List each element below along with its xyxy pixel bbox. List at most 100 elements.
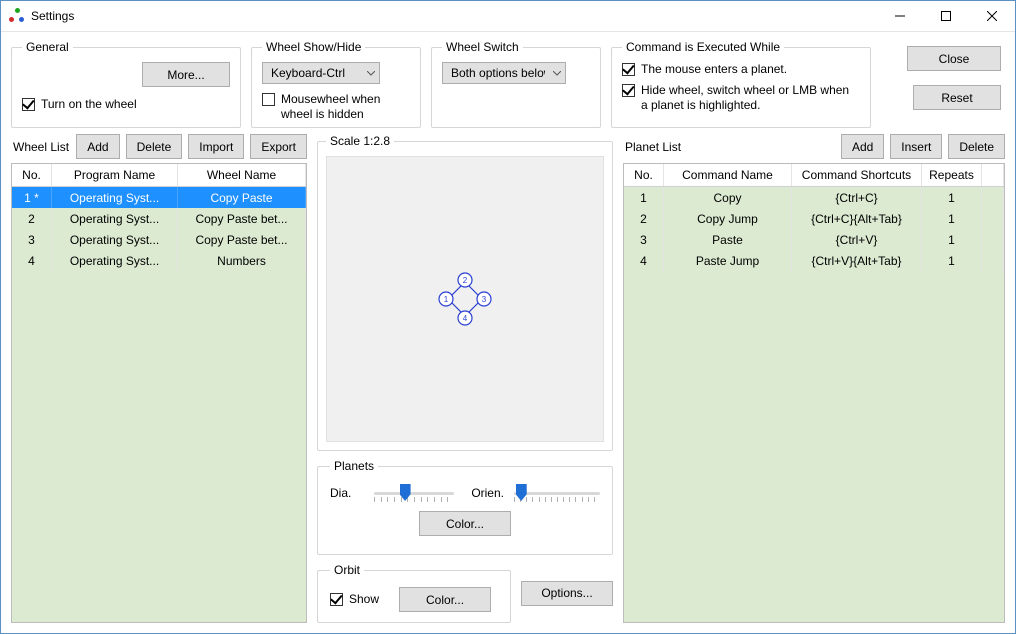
more-button[interactable]: More... xyxy=(142,62,230,87)
checkbox-icon xyxy=(22,98,35,111)
titlebar: Settings xyxy=(1,1,1015,32)
wheel-showhide-group: Wheel Show/Hide Keyboard-Ctrl Mousewheel… xyxy=(251,40,421,128)
cell-no: 4 xyxy=(624,250,664,271)
mousewheel-checkbox[interactable]: Mousewheel when wheel is hidden xyxy=(262,92,402,122)
cell-no: 1 * xyxy=(12,187,52,208)
planet-list-table[interactable]: No. Command Name Command Shortcuts Repea… xyxy=(623,163,1005,623)
table-row[interactable]: 3Paste{Ctrl+V}1 xyxy=(624,229,1004,250)
options-button[interactable]: Options... xyxy=(521,581,613,606)
planet-th-no[interactable]: No. xyxy=(624,164,664,186)
dia-slider[interactable] xyxy=(374,483,454,503)
cell-repeats: 1 xyxy=(922,208,982,229)
cell-shortcut: {Ctrl+V}{Alt+Tab} xyxy=(792,250,922,271)
svg-text:1: 1 xyxy=(444,295,449,304)
wheel-switch-legend: Wheel Switch xyxy=(442,40,523,54)
exec-opt1-checkbox[interactable]: The mouse enters a planet. xyxy=(622,62,860,77)
cell-no: 3 xyxy=(624,229,664,250)
wheel-th-wheel[interactable]: Wheel Name xyxy=(178,164,306,186)
close-window-button[interactable] xyxy=(969,1,1015,31)
table-row[interactable]: 3Operating Syst...Copy Paste bet... xyxy=(12,229,306,250)
scale-canvas[interactable]: 2 3 4 1 xyxy=(326,156,604,442)
wheel-th-no[interactable]: No. xyxy=(12,164,52,186)
cell-shortcut: {Ctrl+V} xyxy=(792,229,922,250)
orbit-legend: Orbit xyxy=(330,563,364,577)
table-row[interactable]: 4Paste Jump{Ctrl+V}{Alt+Tab}1 xyxy=(624,250,1004,271)
cell-wheel: Copy Paste xyxy=(178,187,306,208)
mousewheel-label: Mousewheel when wheel is hidden xyxy=(281,92,402,122)
wheel-showhide-legend: Wheel Show/Hide xyxy=(262,40,365,54)
close-button[interactable]: Close xyxy=(907,46,1001,71)
general-group: General More... Turn on the wheel xyxy=(11,40,241,128)
exec-while-legend: Command is Executed While xyxy=(622,40,784,54)
cell-repeats: 1 xyxy=(922,187,982,208)
exec-opt1-label: The mouse enters a planet. xyxy=(641,62,787,77)
checkbox-icon xyxy=(330,593,343,606)
cell-no: 1 xyxy=(624,187,664,208)
planet-insert-button[interactable]: Insert xyxy=(890,134,942,159)
turn-on-wheel-checkbox[interactable]: Turn on the wheel xyxy=(22,97,137,112)
cell-no: 2 xyxy=(12,208,52,229)
planet-th-repeats[interactable]: Repeats xyxy=(922,164,982,186)
cell-wheel: Copy Paste bet... xyxy=(178,208,306,229)
wheel-import-button[interactable]: Import xyxy=(188,134,244,159)
orbit-color-button[interactable]: Color... xyxy=(399,587,491,612)
wheel-export-button[interactable]: Export xyxy=(250,134,307,159)
table-row[interactable]: 1 *Operating Syst...Copy Paste xyxy=(12,187,306,208)
table-row[interactable]: 4Operating Syst...Numbers xyxy=(12,250,306,271)
cell-repeats: 1 xyxy=(922,229,982,250)
switch-select[interactable]: Both options below xyxy=(442,62,566,84)
checkbox-icon xyxy=(622,63,635,76)
cell-wheel: Numbers xyxy=(178,250,306,271)
scale-legend: Scale 1:2.8 xyxy=(326,134,394,148)
planet-delete-button[interactable]: Delete xyxy=(948,134,1005,159)
maximize-button[interactable] xyxy=(923,1,969,31)
checkbox-icon xyxy=(622,84,635,97)
wheel-switch-group: Wheel Switch Both options below xyxy=(431,40,601,128)
wheel-list-label: Wheel List xyxy=(11,140,69,154)
planet-th-shortcut[interactable]: Command Shortcuts xyxy=(792,164,922,186)
wheel-delete-button[interactable]: Delete xyxy=(126,134,183,159)
cell-name: Copy Jump xyxy=(664,208,792,229)
wheel-th-program[interactable]: Program Name xyxy=(52,164,178,186)
settings-window: Settings General More... Turn on the whe… xyxy=(0,0,1016,634)
orbit-show-checkbox[interactable]: Show xyxy=(330,592,379,607)
cell-program: Operating Syst... xyxy=(52,229,178,250)
table-row[interactable]: 2Copy Jump{Ctrl+C}{Alt+Tab}1 xyxy=(624,208,1004,229)
wheel-list-table[interactable]: No. Program Name Wheel Name 1 *Operating… xyxy=(11,163,307,623)
table-row[interactable]: 1Copy{Ctrl+C}1 xyxy=(624,187,1004,208)
svg-text:4: 4 xyxy=(463,314,468,323)
orien-label: Orien. xyxy=(464,486,504,500)
reset-button[interactable]: Reset xyxy=(913,85,1001,110)
switch-select-value: Both options below xyxy=(451,66,545,80)
planet-th-name[interactable]: Command Name xyxy=(664,164,792,186)
showhide-select[interactable]: Keyboard-Ctrl xyxy=(262,62,380,84)
planets-group: Planets Dia. Orien. xyxy=(317,459,613,555)
cell-name: Paste xyxy=(664,229,792,250)
wheel-add-button[interactable]: Add xyxy=(76,134,119,159)
cell-no: 2 xyxy=(624,208,664,229)
wheel-diagram-icon: 2 3 4 1 xyxy=(435,269,495,329)
chevron-down-icon xyxy=(553,71,561,76)
general-legend: General xyxy=(22,40,73,54)
planet-add-button[interactable]: Add xyxy=(841,134,884,159)
orien-slider[interactable] xyxy=(514,483,600,503)
cell-repeats: 1 xyxy=(922,250,982,271)
app-icon xyxy=(9,8,25,24)
exec-while-group: Command is Executed While The mouse ente… xyxy=(611,40,871,128)
cell-program: Operating Syst... xyxy=(52,250,178,271)
chevron-down-icon xyxy=(367,71,375,76)
planet-list-label: Planet List xyxy=(623,140,681,154)
orbit-group: Orbit Show Color... xyxy=(317,563,511,623)
minimize-button[interactable] xyxy=(877,1,923,31)
cell-no: 4 xyxy=(12,250,52,271)
cell-shortcut: {Ctrl+C}{Alt+Tab} xyxy=(792,208,922,229)
cell-program: Operating Syst... xyxy=(52,187,178,208)
orbit-show-label: Show xyxy=(349,592,379,607)
exec-opt2-checkbox[interactable]: Hide wheel, switch wheel or LMB when a p… xyxy=(622,83,860,113)
checkbox-icon xyxy=(262,93,275,106)
exec-opt2-label: Hide wheel, switch wheel or LMB when a p… xyxy=(641,83,851,113)
table-row[interactable]: 2Operating Syst...Copy Paste bet... xyxy=(12,208,306,229)
planets-legend: Planets xyxy=(330,459,378,473)
planets-color-button[interactable]: Color... xyxy=(419,511,511,536)
dia-label: Dia. xyxy=(330,486,364,500)
